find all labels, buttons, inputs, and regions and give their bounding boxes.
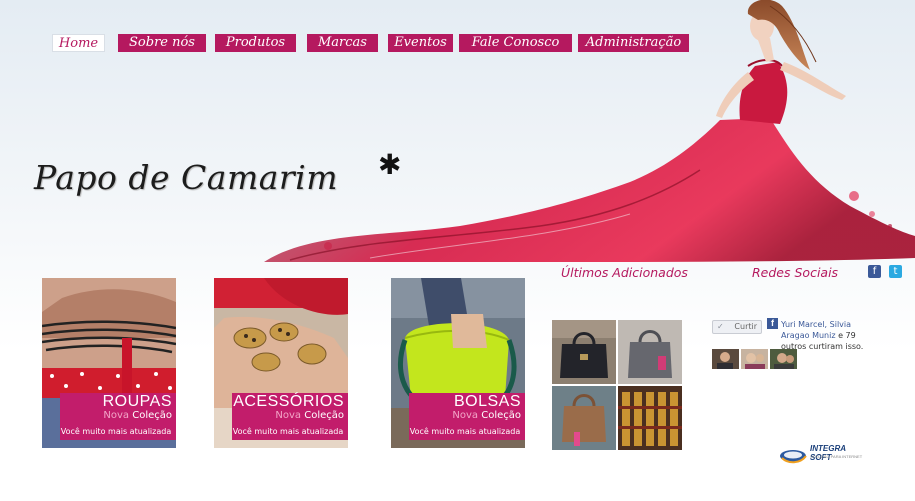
card-colecao: Coleção (132, 410, 172, 421)
card-subtitle: Nova Coleção (232, 410, 344, 422)
bag-photo (552, 386, 616, 450)
logo-text: INTEGRA SOFT (810, 444, 846, 462)
avatar[interactable] (712, 349, 739, 369)
card-description: Você muito mais atualizada (60, 427, 172, 436)
card-label: BOLSAS Nova Coleção Você muito mais atua… (409, 393, 525, 440)
bag-photo (618, 320, 682, 384)
card-colecao: Coleção (304, 410, 344, 421)
card-description: Você muito mais atualizada (409, 427, 521, 436)
card-colecao: Coleção (481, 410, 521, 421)
hero-illustration (264, 0, 915, 262)
facebook-icon[interactable]: f (868, 265, 881, 278)
card-title: ROUPAS (102, 393, 172, 410)
integra-soft-logo[interactable]: INTEGRA SOFT SOLUÇÃO PARA INTERNET (778, 444, 868, 466)
logo-swoosh-icon (780, 450, 807, 464)
nav-home[interactable]: Home (52, 34, 105, 52)
logo-subtext: SOLUÇÃO PARA INTERNET (810, 454, 863, 459)
bag-photo (618, 386, 682, 450)
card-label: ACESSÓRIOS Nova Coleção Você muito mais … (232, 393, 348, 440)
thumbs-up-icon: ✓ (717, 322, 724, 331)
star-icon: ✱ (378, 148, 402, 181)
category-card-bolsas[interactable]: BOLSAS Nova Coleção Você muito mais atua… (391, 278, 525, 448)
facebook-icon: f (767, 318, 778, 329)
latest-item-thumb[interactable] (552, 386, 616, 450)
card-label: ROUPAS Nova Coleção Você muito mais atua… (60, 393, 176, 440)
social-networks-heading[interactable]: Redes Sociais (752, 265, 838, 280)
card-nova: Nova (452, 410, 479, 421)
twitter-icon[interactable]: t (889, 265, 902, 278)
like-label: Curtir (734, 322, 757, 331)
avatar[interactable] (770, 349, 797, 369)
like-button[interactable]: ✓ Curtir (712, 320, 762, 334)
category-card-acessorios[interactable]: ACESSÓRIOS Nova Coleção Você muito mais … (214, 278, 348, 448)
card-title: BOLSAS (453, 393, 521, 410)
card-subtitle: Nova Coleção (60, 410, 172, 422)
latest-added-heading[interactable]: Últimos Adicionados (561, 265, 688, 280)
card-description: Você muito mais atualizada (232, 427, 344, 436)
card-subtitle: Nova Coleção (409, 410, 521, 422)
nav-sobre-nos[interactable]: Sobre nós (118, 34, 206, 52)
bag-photo (552, 320, 616, 384)
site-title: Papo de Camarim (34, 158, 339, 197)
latest-item-thumb[interactable] (618, 386, 682, 450)
category-card-roupas[interactable]: ROUPAS Nova Coleção Você muito mais atua… (42, 278, 176, 448)
latest-item-thumb[interactable] (618, 320, 682, 384)
likes-text: Yuri Marcel, Silvia Aragao Muniz e 79 ou… (781, 319, 881, 352)
avatar[interactable] (741, 349, 768, 369)
card-title: ACESSÓRIOS (233, 393, 344, 410)
card-nova: Nova (103, 410, 130, 421)
latest-item-thumb[interactable] (552, 320, 616, 384)
card-nova: Nova (275, 410, 302, 421)
